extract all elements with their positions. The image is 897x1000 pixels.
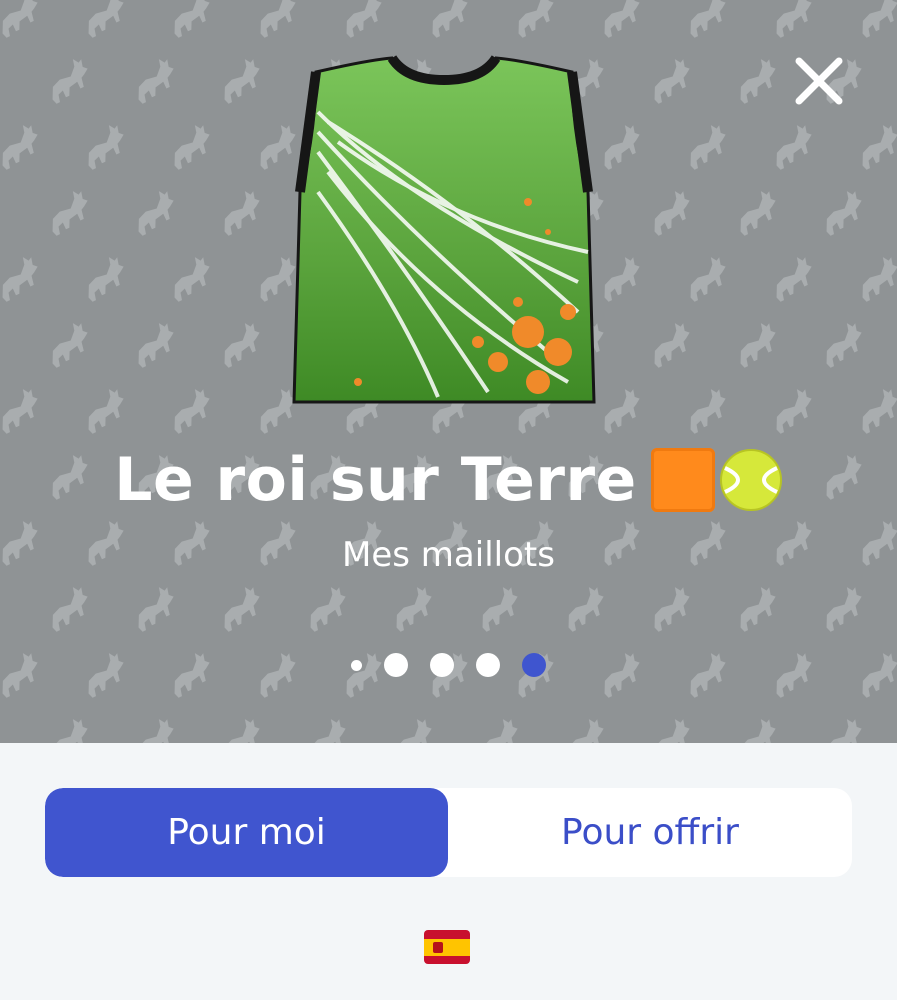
spain-flag-icon (424, 930, 470, 964)
carousel-dot[interactable] (384, 653, 408, 677)
recipient-segmented-control: Pour moi Pour offrir (45, 788, 852, 877)
pour-offrir-tab[interactable]: Pour offrir (448, 788, 852, 877)
close-icon (795, 57, 843, 105)
carousel-dot[interactable] (430, 653, 454, 677)
page-subtitle: Mes maillots (342, 535, 555, 575)
hero-banner: Le roi sur Terre Mes maillots (0, 0, 897, 743)
orange-square-emoji-icon (650, 448, 715, 512)
carousel-dot[interactable] (476, 653, 500, 677)
pour-moi-tab[interactable]: Pour moi (45, 788, 448, 877)
close-button[interactable] (790, 52, 848, 110)
page-title: Le roi sur Terre (0, 440, 897, 520)
title-text: Le roi sur Terre (114, 445, 637, 515)
carousel-dot-active[interactable] (522, 653, 546, 677)
jersey-image (292, 55, 596, 404)
tennis-ball-icon (719, 449, 782, 511)
carousel-dot[interactable] (351, 659, 362, 671)
carousel-pagination (0, 652, 897, 678)
